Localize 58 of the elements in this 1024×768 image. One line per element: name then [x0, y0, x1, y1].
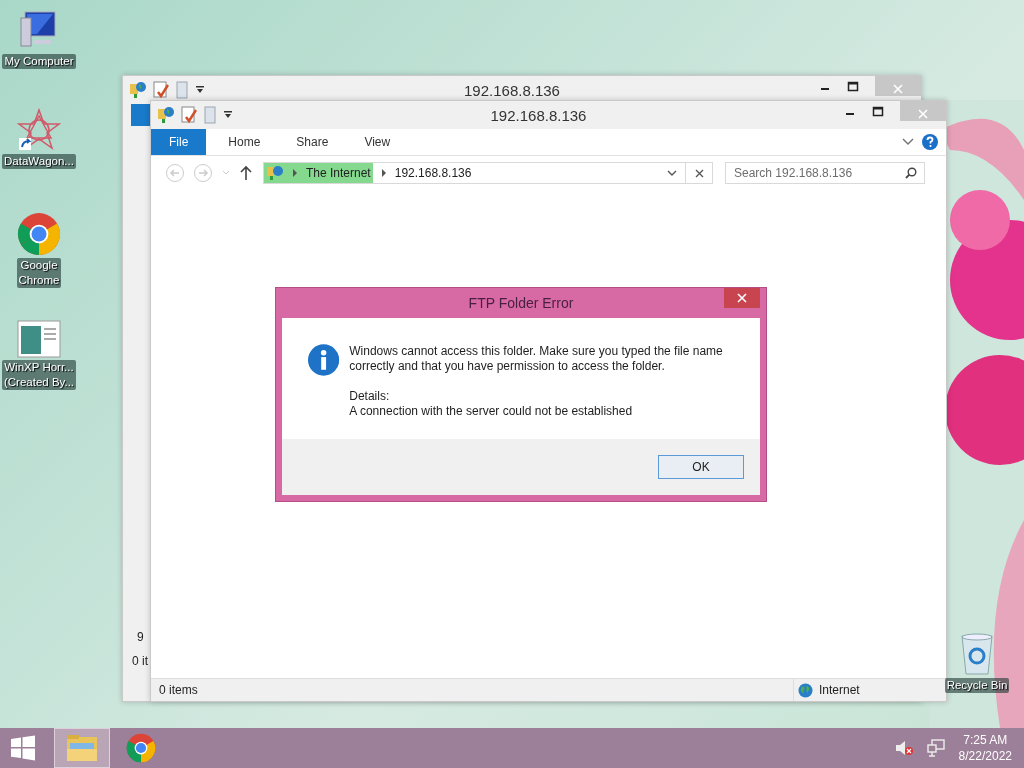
window-title: 192.168.8.136 — [489, 106, 588, 124]
dialog-title: FTP Folder Error — [468, 295, 574, 311]
zone-label: Internet — [819, 683, 860, 697]
clock-time: 7:25 AM — [963, 732, 1008, 748]
ribbon-tab[interactable]: Home — [214, 129, 275, 155]
close-icon — [694, 168, 704, 178]
item-count: 9 — [137, 630, 144, 644]
close-icon — [893, 83, 903, 94]
network-folder-icon — [129, 81, 147, 99]
dropdown-icon[interactable] — [223, 110, 233, 120]
chevron-icon[interactable] — [902, 137, 914, 147]
ribbon-tab[interactable]: View — [350, 129, 405, 155]
details-text: A connection with the server could not be established — [349, 404, 634, 419]
error-message: Windows cannot access this folder. Make sure you typed the file name correctly and that you have permission to access the folder. — [349, 344, 724, 374]
up-icon[interactable] — [239, 165, 253, 181]
desktop-icon-label[interactable]: DataWagon... — [2, 154, 76, 169]
desktop-icon-label[interactable]: My Computer — [2, 54, 76, 69]
desktop-icon-label[interactable]: Google Chrome — [16, 258, 62, 288]
status-text: 0 items — [159, 683, 198, 697]
network-icon[interactable] — [926, 739, 945, 757]
maximize-icon[interactable] — [847, 81, 859, 93]
document-thumbnail-icon[interactable] — [17, 320, 61, 358]
search-field[interactable]: Search 192.168.8.136 — [725, 162, 925, 184]
clock-date: 8/22/2022 — [958, 748, 1012, 764]
maximize-icon[interactable] — [872, 106, 884, 118]
network-icon — [266, 165, 284, 181]
star-pattern-icon[interactable] — [17, 108, 61, 152]
dropdown-icon[interactable] — [195, 85, 205, 95]
windows-logo-icon — [10, 735, 36, 761]
chevron-right-icon — [380, 169, 387, 177]
info-icon — [308, 344, 340, 376]
search-icon — [905, 167, 917, 179]
ok-button[interactable]: OK — [658, 455, 744, 479]
globe-icon — [798, 682, 813, 698]
status-text: 0 it — [132, 654, 148, 668]
properties-icon[interactable] — [153, 81, 169, 99]
ribbon-tab[interactable]: File — [151, 129, 207, 155]
speaker-muted-icon[interactable] — [894, 740, 913, 756]
properties-icon[interactable] — [181, 106, 197, 124]
network-folder-icon — [157, 106, 175, 124]
help-icon[interactable] — [922, 134, 938, 150]
details-label: Details: — [349, 389, 391, 404]
close-button[interactable] — [724, 288, 760, 308]
desktop-icon-label[interactable]: Recycle Bin — [944, 678, 1010, 693]
chrome-icon — [17, 212, 61, 256]
breadcrumb-item[interactable]: 192.168.8.136 — [394, 166, 474, 180]
chevron-right-icon — [292, 169, 298, 177]
clock[interactable]: 7:25 AM 8/22/2022 — [958, 732, 1012, 764]
desktop-icon-label[interactable]: WinXP Horr... (Created By... — [1, 360, 77, 390]
file-tab[interactable] — [131, 104, 151, 126]
dropdown-icon[interactable] — [667, 169, 677, 177]
address-bar[interactable]: The Internet 192.168.8.136 — [263, 162, 713, 184]
recycle-bin-icon[interactable] — [959, 632, 995, 676]
ribbon-tab[interactable]: Share — [282, 129, 343, 155]
window-title: 192.168.8.136 — [463, 81, 561, 99]
close-icon — [918, 108, 928, 119]
close-icon — [737, 293, 747, 303]
chrome-icon — [126, 733, 156, 763]
